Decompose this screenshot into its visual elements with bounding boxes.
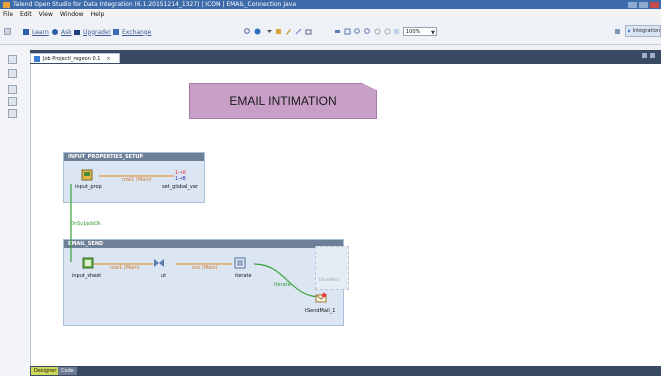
deploy-icon[interactable]: [275, 28, 282, 35]
designer-tab-strip: [30, 366, 661, 376]
iterate-component-icon[interactable]: [234, 257, 246, 269]
align-icon[interactable]: [334, 28, 341, 35]
close-tab-icon[interactable]: ×: [106, 56, 110, 62]
restore-view-icon[interactable]: [8, 55, 17, 64]
grid-icon[interactable]: [344, 28, 351, 35]
onsubjobok-label: OnSubjobOk: [70, 221, 102, 227]
maximize-editor-icon[interactable]: [650, 53, 655, 58]
upgrade-icon: [74, 30, 80, 35]
ask-link[interactable]: Ask: [51, 28, 72, 36]
menu-window[interactable]: Window: [60, 11, 84, 18]
exchange-icon: [113, 29, 119, 35]
talend-studio-window: Talend Open Studio for Data Integration …: [0, 0, 661, 376]
exchange-label: Exchange: [122, 28, 152, 36]
menu-edit[interactable]: Edit: [20, 11, 32, 18]
ask-icon: [52, 29, 58, 35]
learn-icon: [23, 29, 29, 35]
ut-map-component-icon[interactable]: [153, 257, 165, 269]
job-icon: [34, 55, 40, 62]
learn-link[interactable]: Learn: [22, 28, 49, 36]
job-editor-tab[interactable]: Job ProjectI_regeon 0.1 ×: [30, 53, 120, 63]
window-title: Talend Open Studio for Data Integration …: [13, 1, 297, 8]
redo-icon[interactable]: [384, 28, 391, 35]
perspective-switcher[interactable]: Integration: [625, 25, 661, 37]
menu-help[interactable]: Help: [91, 11, 105, 18]
svg-text:1→B: 1→B: [175, 176, 186, 181]
wand-icon[interactable]: [295, 28, 302, 35]
input-sheet-component-icon[interactable]: [82, 257, 94, 269]
upgrade-label: Upgrade!: [83, 28, 112, 36]
restore-palette-icon[interactable]: [8, 85, 17, 94]
learn-label: Learn: [32, 28, 49, 36]
out-main-link-label: out (Main): [192, 265, 218, 271]
iterate-link[interactable]: [253, 263, 322, 298]
job-designer-canvas[interactable]: EMAIL INTIMATION INPUT_PROPERTIES_SETUP …: [30, 64, 661, 366]
edit-icon[interactable]: [285, 28, 292, 35]
job-tab-label: Job ProjectI_regeon 0.1: [43, 55, 101, 62]
toolbar-grip-icon: [4, 28, 11, 35]
search-icon[interactable]: [244, 28, 251, 35]
iterate-link-label: Iterate: [274, 282, 291, 288]
set-global-var-component-icon[interactable]: 1→A1→B: [174, 169, 186, 181]
undo-icon[interactable]: [374, 28, 381, 35]
designer-tab[interactable]: Designer: [31, 367, 60, 375]
perspective-icon: [628, 29, 631, 33]
row1-main-link-label: row1 (Main): [122, 177, 152, 183]
menu-file[interactable]: File: [3, 11, 13, 18]
code-tab[interactable]: Code: [58, 367, 77, 375]
editor-window-controls: [642, 53, 655, 58]
input-sheet-label: input_sheet: [72, 273, 102, 279]
editor-tab-strip: [30, 50, 661, 64]
title-bar: Talend Open Studio for Data Integration …: [0, 0, 661, 9]
outline-icon[interactable]: [8, 97, 17, 106]
menu-view[interactable]: View: [39, 11, 53, 18]
menu-bar: File Edit View Window Help: [0, 9, 661, 19]
main-toolbar: Learn Ask Upgrade! Exchange 100% ▼ Integ…: [0, 19, 661, 45]
iterate-label: iterate: [235, 273, 252, 279]
tsendmail-label: tSendMail_1: [305, 308, 336, 314]
perspective-label: Integration: [632, 28, 660, 34]
exchange-link[interactable]: Exchange: [112, 28, 151, 36]
set-global-var-label: set_global_var: [162, 184, 198, 190]
minimize-button[interactable]: [628, 1, 637, 8]
open-perspective-icon[interactable]: [614, 28, 621, 35]
close-window-button[interactable]: [650, 1, 659, 8]
maximize-button[interactable]: [639, 1, 648, 8]
left-minimized-sidebar: [0, 45, 30, 376]
input-prop-component-icon[interactable]: [81, 169, 93, 181]
repository-icon[interactable]: [8, 69, 17, 78]
talend-app-icon: [3, 1, 10, 8]
tsendmail-component-icon[interactable]: [315, 292, 327, 304]
zoom-in-icon[interactable]: [354, 28, 361, 35]
dropdown-caret-icon[interactable]: [266, 28, 273, 35]
run-icon[interactable]: [254, 28, 261, 35]
zoom-out-icon[interactable]: [364, 28, 371, 35]
upgrade-link[interactable]: Upgrade!: [73, 28, 111, 36]
fit-page-icon[interactable]: [393, 28, 400, 35]
zoom-dropdown-icon[interactable]: ▼: [431, 30, 435, 36]
row1-main-link-2-label: row1 (Main): [110, 265, 140, 271]
input-prop-label: input_prop: [75, 184, 102, 190]
window-controls: [628, 1, 661, 8]
ask-label: Ask: [61, 28, 72, 36]
properties-icon[interactable]: [8, 109, 17, 118]
connection-links: [70, 175, 322, 298]
minimize-editor-icon[interactable]: [642, 53, 647, 58]
ut-label: ut: [161, 273, 167, 279]
export-icon[interactable]: [305, 28, 312, 35]
